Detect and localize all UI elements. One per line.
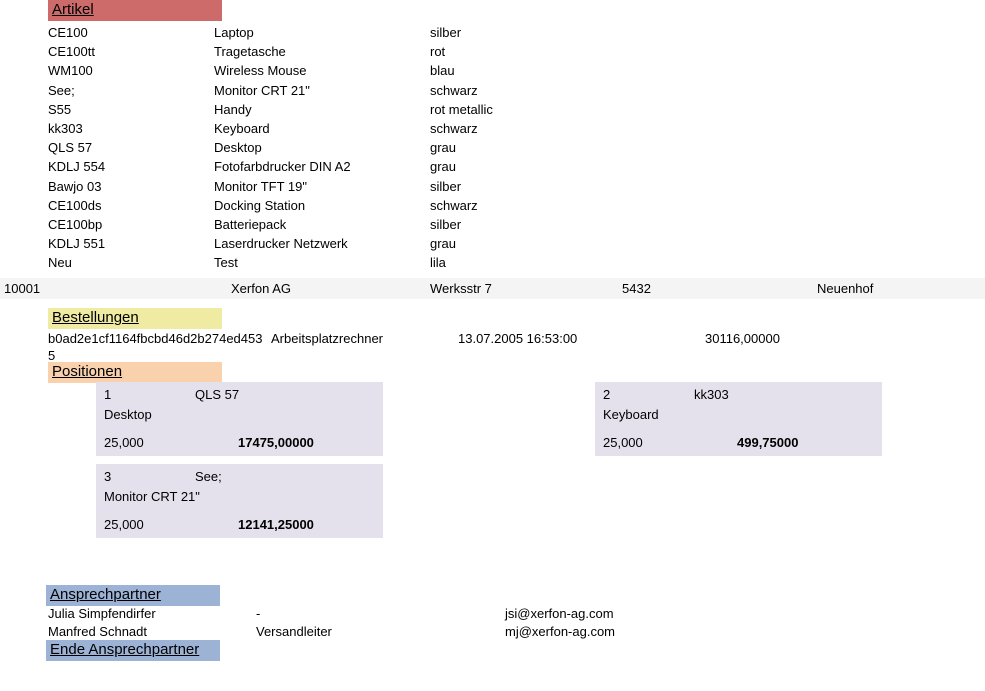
artikel-id: KDLJ 554: [48, 159, 106, 175]
artikel-color: silber: [430, 178, 462, 194]
ansprechpartner-name: Manfred Schnadt: [48, 623, 148, 639]
position-number: 3: [104, 469, 112, 484]
ansprechpartner-row: Manfred Schnadt Versandleiter mj@xerfon-ag…: [0, 623, 985, 641]
position-article-name: Keyboard: [603, 407, 659, 422]
artikel-name: Monitor TFT 19": [214, 178, 307, 194]
artikel-id: WM100: [48, 63, 93, 79]
artikel-name: Tragetasche: [214, 44, 286, 60]
position-article-id: kk303: [694, 387, 729, 402]
artikel-name: Handy: [214, 101, 252, 117]
artikel-color: blau: [430, 63, 455, 79]
artikel-name: Keyboard: [214, 121, 270, 136]
ansprechpartner-role: Versandleiter: [256, 623, 332, 639]
artikel-color: grau: [430, 236, 457, 252]
artikel-color: lila: [430, 255, 446, 271]
position-box: 2 kk303 Keyboard 25,000 499,75000: [595, 382, 882, 456]
position-quantity: 25,000: [603, 435, 643, 450]
position-box: 1 QLS 57 Desktop 25,000 17475,00000: [96, 382, 383, 456]
position-quantity: 25,000: [104, 517, 144, 532]
artikel-color: schwarz: [430, 82, 478, 98]
ansprechpartner-row: Julia Simpfendirfer - jsi@xerfon-ag.com: [0, 605, 985, 623]
artikel-row: KDLJ 554 Fotofarbdrucker DIN A2 grau: [0, 157, 985, 176]
artikel-color: silber: [430, 217, 462, 232]
position-price: 499,75000: [737, 435, 799, 450]
artikel-name: Laserdrucker Netzwerk: [214, 236, 348, 252]
artikel-name: Batteriepack: [214, 217, 287, 232]
artikel-row: KDLJ 551 Laserdrucker Netzwerk grau: [0, 234, 985, 253]
customer-name: Xerfon AG: [231, 281, 291, 296]
section-header-ansprechpartner-label: Ansprechpartner: [50, 586, 161, 603]
section-header-artikel-label: Artikel: [52, 1, 94, 18]
artikel-row: S55 Handy rot metallic: [0, 100, 985, 119]
artikel-id: Neu: [48, 255, 72, 271]
artikel-id: CE100ds: [48, 197, 102, 213]
customer-zip: 5432: [622, 281, 651, 296]
order-total: 30116,00000: [705, 331, 780, 346]
artikel-id: CE100: [48, 25, 88, 40]
artikel-row: CE100tt Tragetasche rot: [0, 42, 985, 61]
artikel-color: grau: [430, 159, 457, 175]
artikel-color: rot metallic: [430, 101, 493, 117]
artikel-row: Neu Test lila: [0, 253, 985, 272]
artikel-name: Wireless Mouse: [214, 63, 307, 79]
section-header-ansprechpartner-ende-label: Ende Ansprechpartner: [50, 641, 200, 658]
artikel-color: schwarz: [430, 197, 478, 213]
section-header-bestellungen-label: Bestellungen: [52, 309, 139, 326]
ansprechpartner-name: Julia Simpfendirfer: [48, 606, 156, 621]
order-row: b0ad2e1cf1164fbcbd46d2b274ed4535 Arbeits…: [0, 330, 985, 366]
order-guid: b0ad2e1cf1164fbcbd46d2b274ed4535: [48, 331, 263, 363]
ansprechpartner-email: mj@xerfon-ag.com: [505, 623, 616, 639]
section-header-positionen-label: Positionen: [52, 363, 123, 380]
position-price: 12141,25000: [238, 517, 314, 532]
customer-street: Werksstr 7: [430, 281, 492, 296]
position-price: 17475,00000: [238, 435, 314, 450]
artikel-row: Bawjo 03 Monitor TFT 19" silber: [0, 177, 985, 196]
customer-city: Neuenhof: [817, 281, 874, 296]
position-box: 3 See; Monitor CRT 21" 25,000 12141,25000: [96, 464, 383, 538]
position-article-name: Monitor CRT 21": [104, 489, 200, 504]
artikel-id: QLS 57: [48, 140, 93, 156]
artikel-color: rot: [430, 44, 446, 60]
position-article-name: Desktop: [104, 407, 152, 422]
artikel-id: See;: [48, 82, 75, 98]
order-date: 13.07.2005 16:53:00: [458, 331, 578, 346]
section-header-ansprechpartner-ende: Ende Ansprechpartner: [46, 640, 220, 661]
artikel-row: CE100bp Batteriepack silber: [0, 215, 985, 234]
artikel-name: Docking Station: [214, 197, 306, 213]
section-header-positionen: Positionen: [48, 362, 222, 383]
artikel-row: See; Monitor CRT 21" schwarz: [0, 81, 985, 100]
artikel-color: grau: [430, 140, 457, 156]
customer-number: 10001: [4, 281, 41, 296]
ansprechpartner-role: -: [256, 606, 261, 621]
artikel-id: kk303: [48, 121, 83, 136]
section-header-artikel: Artikel: [48, 0, 222, 21]
artikel-id: KDLJ 551: [48, 236, 106, 252]
customer-row: 10001 Xerfon AG Werksstr 7 5432 Neuenhof: [0, 278, 985, 299]
artikel-row: kk303 Keyboard schwarz: [0, 119, 985, 138]
artikel-name: Desktop: [214, 140, 262, 156]
artikel-id: CE100bp: [48, 217, 103, 232]
artikel-color: schwarz: [430, 121, 478, 136]
section-header-bestellungen: Bestellungen: [48, 308, 222, 329]
position-quantity: 25,000: [104, 435, 144, 450]
position-number: 1: [104, 387, 112, 402]
position-article-id: QLS 57: [195, 387, 240, 402]
section-header-ansprechpartner: Ansprechpartner: [46, 585, 220, 606]
artikel-name: Fotofarbdrucker DIN A2: [214, 159, 351, 175]
artikel-id: S55: [48, 101, 72, 117]
artikel-row: CE100ds Docking Station schwarz: [0, 196, 985, 215]
artikel-name: Laptop: [214, 25, 254, 40]
artikel-name: Test: [214, 255, 238, 271]
artikel-id: CE100tt: [48, 44, 95, 60]
order-description: Arbeitsplatzrechner: [271, 331, 383, 346]
position-article-id: See;: [195, 469, 222, 484]
artikel-row: WM100 Wireless Mouse blau: [0, 61, 985, 80]
position-number: 2: [603, 387, 611, 402]
artikel-row: QLS 57 Desktop grau: [0, 138, 985, 157]
artikel-row: CE100 Laptop silber: [0, 23, 985, 42]
artikel-name: Monitor CRT 21": [214, 82, 310, 98]
ansprechpartner-email: jsi@xerfon-ag.com: [505, 606, 614, 621]
artikel-id: Bawjo 03: [48, 178, 102, 194]
artikel-color: silber: [430, 25, 462, 40]
